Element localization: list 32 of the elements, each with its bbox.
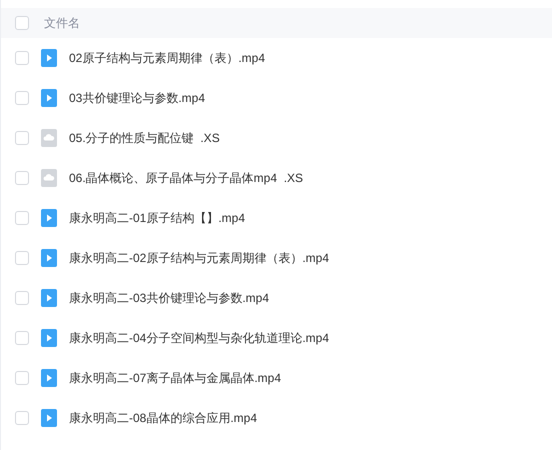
file-name[interactable]: 康永明高二-08晶体的综合应用.mp4 [69, 409, 258, 427]
file-name[interactable]: 康永明高二-02原子结构与元素周期律（表）.mp4 [69, 249, 330, 267]
checkbox[interactable] [15, 411, 29, 425]
file-name[interactable]: 02原子结构与元素周期律（表）.mp4 [69, 49, 266, 67]
file-name[interactable]: 03共价键理论与参数.mp4 [69, 89, 206, 107]
video-file-icon [41, 409, 57, 427]
file-name[interactable]: 06.晶体概论、原子晶体与分子晶体mp4 .XS [69, 169, 304, 187]
file-name[interactable]: 康永明高二-07离子晶体与金属晶体.mp4 [69, 369, 282, 387]
video-file-icon [41, 49, 57, 67]
video-file-icon [41, 209, 57, 227]
video-file-icon [41, 89, 57, 107]
checkbox[interactable] [15, 251, 29, 265]
cloud-file-icon [41, 129, 57, 147]
column-header: 文件名 [44, 15, 80, 32]
file-name[interactable]: 康永明高二-04分子空间构型与杂化轨道理论.mp4 [69, 329, 330, 347]
checkbox[interactable] [15, 91, 29, 105]
file-name[interactable]: 05.分子的性质与配位键 .XS [69, 129, 220, 147]
checkbox[interactable] [15, 131, 29, 145]
video-file-icon [41, 249, 57, 267]
checkbox[interactable] [15, 16, 29, 30]
cloud-file-icon [41, 169, 57, 187]
video-file-icon [41, 329, 57, 347]
video-file-icon [41, 369, 57, 387]
file-name[interactable]: 康永明高二-03共价键理论与参数.mp4 [69, 289, 270, 307]
checkbox[interactable] [15, 291, 29, 305]
file-name[interactable]: 康永明高二-01原子结构【】.mp4 [69, 209, 246, 227]
video-file-icon [41, 289, 57, 307]
checkbox[interactable] [15, 211, 29, 225]
checkbox[interactable] [15, 51, 29, 65]
checkbox[interactable] [15, 331, 29, 345]
checkbox[interactable] [15, 371, 29, 385]
checkbox[interactable] [15, 171, 29, 185]
